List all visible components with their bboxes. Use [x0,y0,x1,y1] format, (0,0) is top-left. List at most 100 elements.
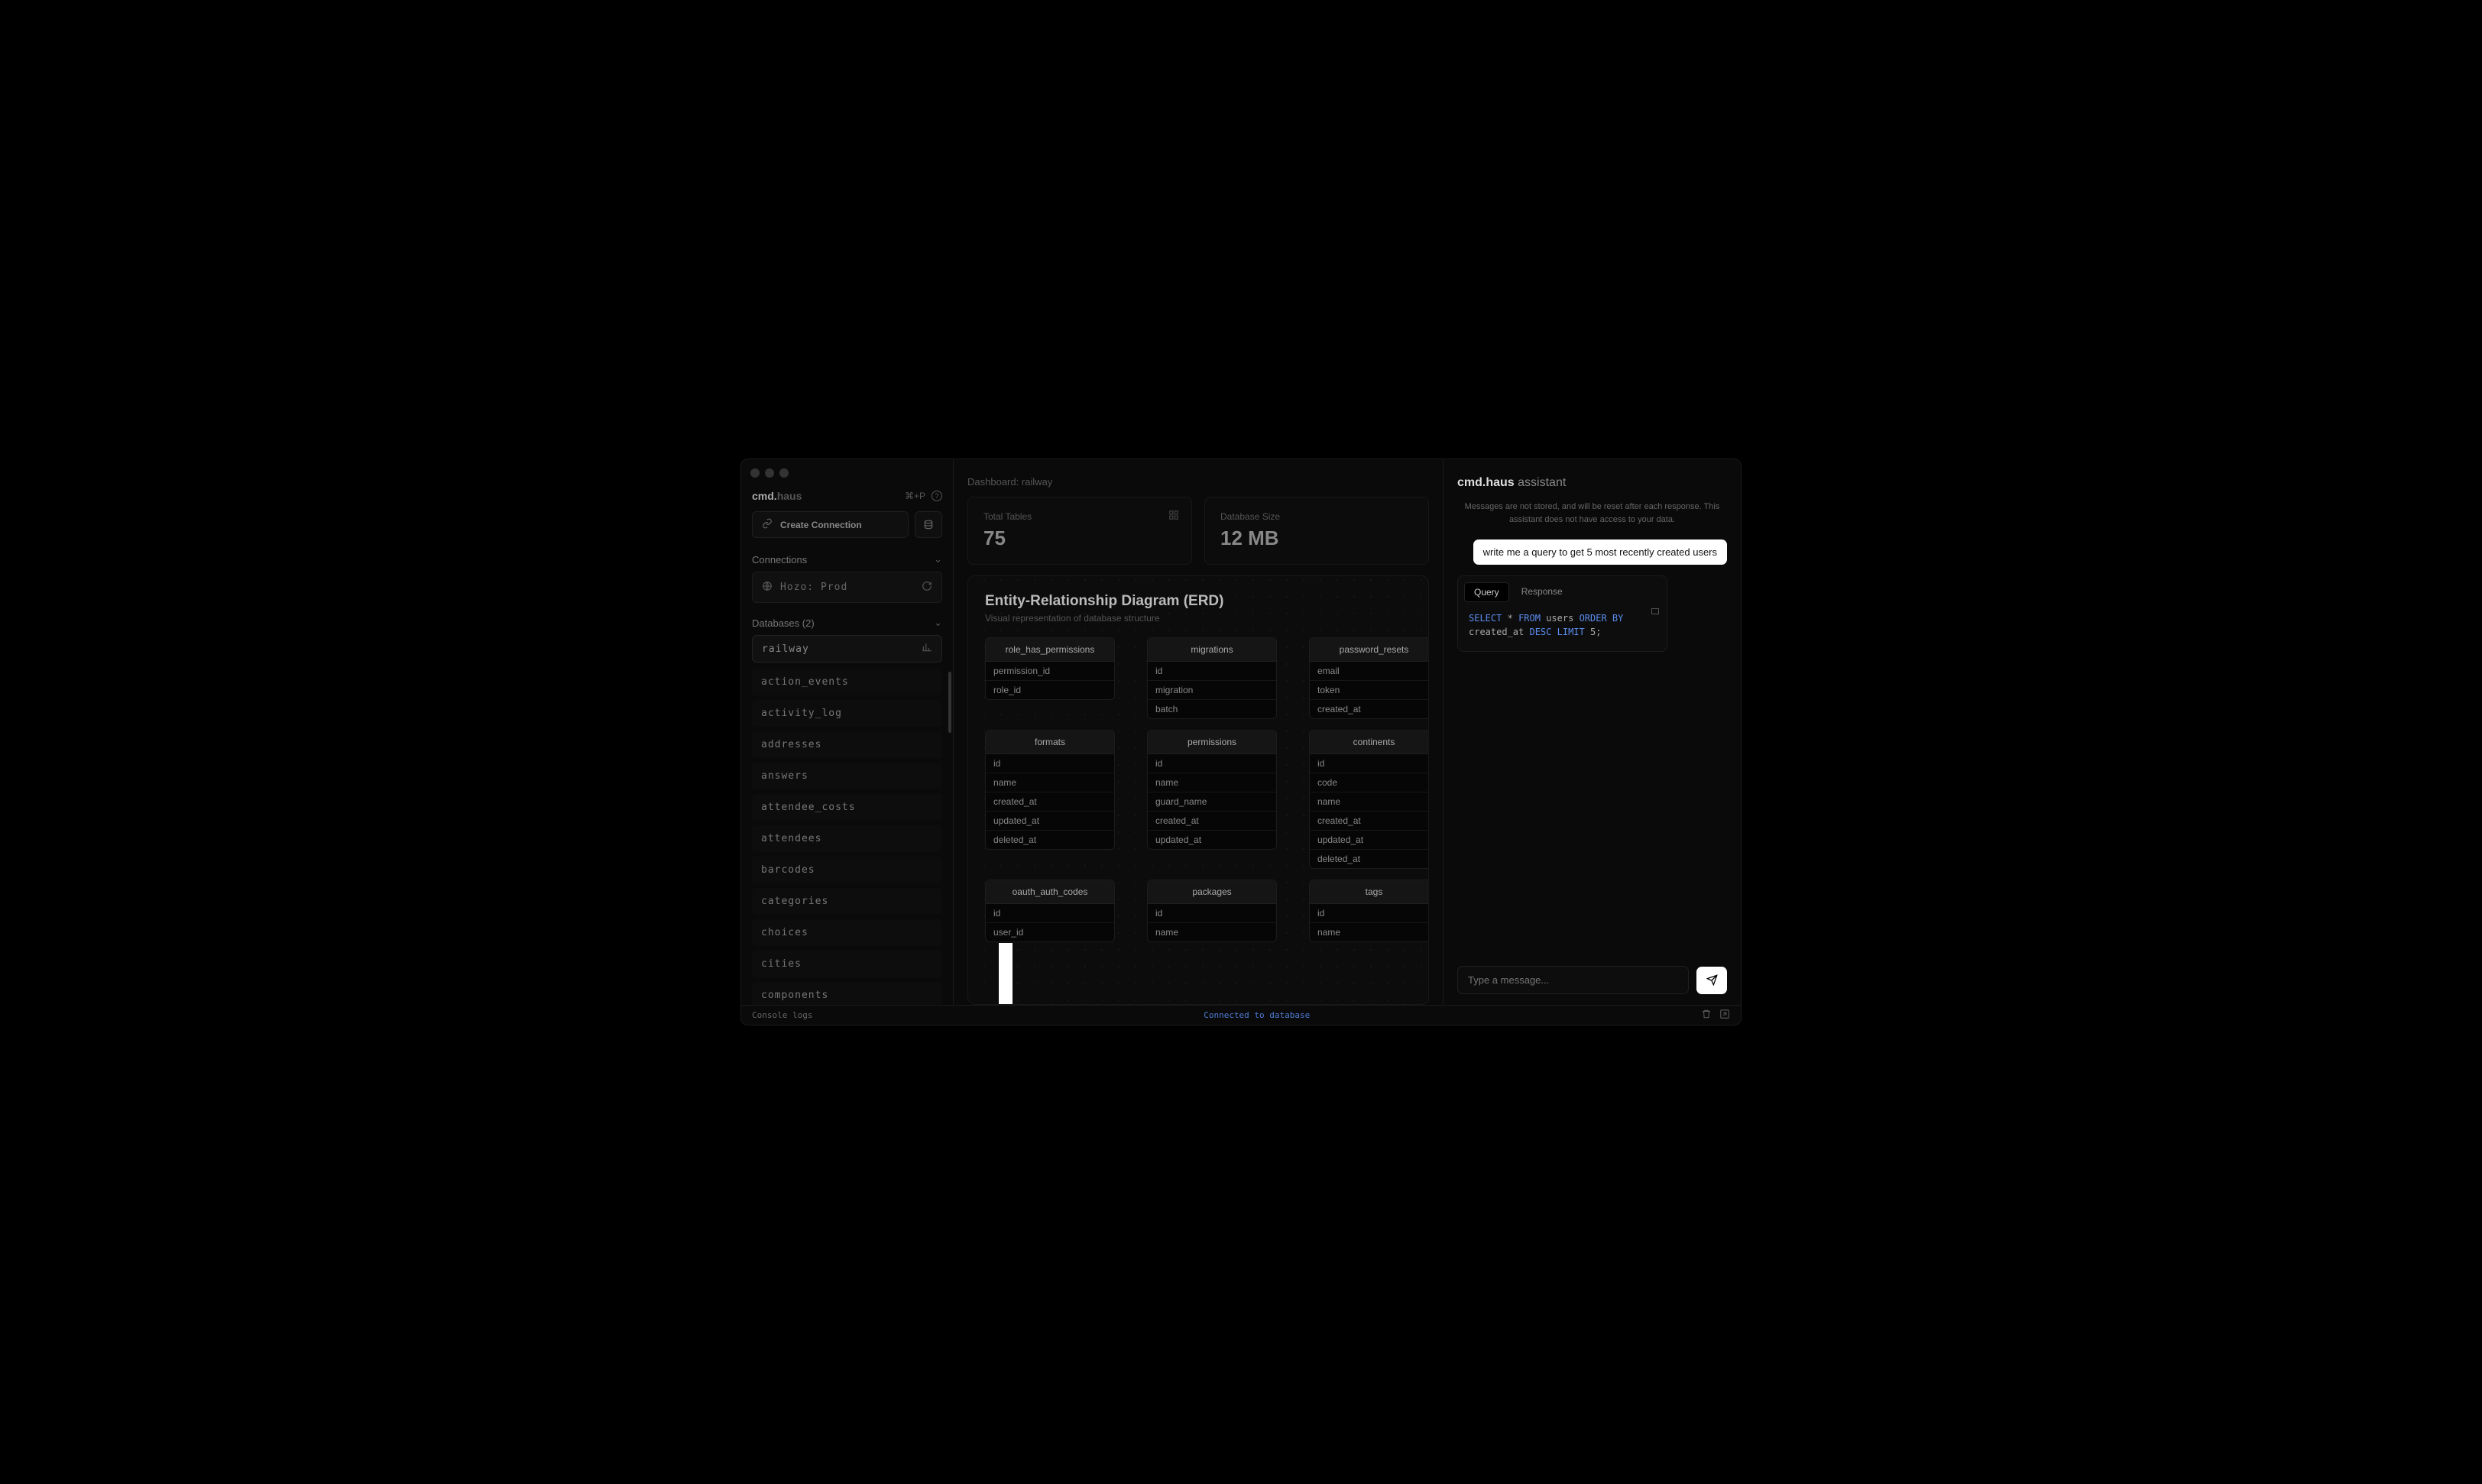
help-icon[interactable]: ? [932,491,942,501]
erd-column: updated_at [1310,831,1429,850]
brand-haus: haus [777,490,802,502]
erd-column: name [986,773,1114,792]
erd-column: deleted_at [986,831,1114,849]
table-item[interactable]: cities [752,951,942,977]
table-item[interactable]: barcodes [752,857,942,883]
code-response-block: Query Response SELECT * FROM users ORDER… [1457,575,1667,652]
erd-column: batch [1148,700,1276,718]
brand-header: cmd.haus ⌘+P ? [741,484,953,511]
database-name: railway [762,643,809,655]
databases-label: Databases (2) [752,617,815,629]
stat-value: 12 MB [1220,527,1413,550]
erd-table[interactable]: permissionsidnameguard_namecreated_atupd… [1147,730,1277,850]
sync-icon[interactable] [922,581,932,595]
assistant-notice: Messages are not stored, and will be res… [1457,501,1727,526]
message-input[interactable] [1457,966,1689,994]
copy-icon[interactable] [1651,608,1659,614]
erd-column: id [1148,662,1276,681]
erd-table[interactable]: formatsidnamecreated_atupdated_atdeleted… [985,730,1115,850]
console-logs-label[interactable]: Console logs [752,1010,812,1020]
close-window-icon[interactable] [750,468,760,478]
erd-column: guard_name [1148,792,1276,812]
table-item[interactable]: categories [752,888,942,915]
table-item[interactable]: addresses [752,731,942,758]
globe-icon [762,580,773,595]
erd-subtitle: Visual representation of database struct… [985,613,1411,624]
erd-column: id [986,754,1114,773]
erd-table-name: oauth_auth_codes [986,880,1114,904]
sidebar: cmd.haus ⌘+P ? Create Connection [741,459,954,1005]
sql-code: SELECT * FROM users ORDER BY created_at … [1458,602,1667,651]
chevron-down-icon: ⌄ [934,553,942,565]
erd-column: updated_at [1148,831,1276,849]
maximize-window-icon[interactable] [779,468,789,478]
grid-icon [1168,510,1179,523]
stat-total-tables: Total Tables 75 [967,497,1192,565]
erd-column: permission_id [986,662,1114,681]
table-item[interactable]: answers [752,763,942,789]
status-bar: Console logs Connected to database [741,1005,1741,1025]
database-icon [923,520,934,530]
table-item[interactable]: activity_log [752,700,942,727]
stat-label: Total Tables [983,511,1176,522]
erd-column: name [1148,773,1276,792]
chevron-down-icon: ⌄ [934,617,942,629]
erd-table-name: permissions [1148,731,1276,754]
scrollbar-thumb[interactable] [948,672,951,733]
erd-column: deleted_at [1310,850,1429,868]
database-item-active[interactable]: railway [752,635,942,663]
text-cursor [999,943,1013,1005]
erd-table-name: tags [1310,880,1429,904]
app-window: cmd.haus ⌘+P ? Create Connection [740,458,1742,1026]
erd-table-name: continents [1310,731,1429,754]
table-item[interactable]: choices [752,919,942,946]
erd-column: created_at [1310,700,1429,718]
databases-section-header[interactable]: Databases (2) ⌄ [741,611,953,635]
erd-table-name: password_resets [1310,638,1429,662]
erd-column: created_at [1148,812,1276,831]
erd-column: token [1310,681,1429,700]
stat-label: Database Size [1220,511,1413,522]
tab-query[interactable]: Query [1464,582,1509,602]
database-button[interactable] [915,511,942,538]
connection-status: Connected to database [812,1010,1701,1020]
erd-container[interactable]: Entity-Relationship Diagram (ERD) Visual… [967,575,1429,1005]
link-icon [762,518,773,531]
erd-column: code [1310,773,1429,792]
erd-column: user_id [986,923,1114,941]
erd-column: migration [1148,681,1276,700]
erd-table[interactable]: password_resetsemailtokencreated_at [1309,637,1429,719]
erd-table[interactable]: packagesidname [1147,880,1277,942]
command-shortcut: ⌘+P [905,491,925,501]
erd-column: name [1310,923,1429,941]
erd-table[interactable]: role_has_permissionspermission_idrole_id [985,637,1115,700]
erd-column: id [986,904,1114,923]
tables-list[interactable]: action_events activity_log addresses answer… [741,669,953,1005]
erd-table[interactable]: tagsidname [1309,880,1429,942]
erd-table[interactable]: oauth_auth_codesiduser_id [985,880,1115,942]
stat-database-size: Database Size 12 MB [1204,497,1429,565]
erd-table[interactable]: migrationsidmigrationbatch [1147,637,1277,719]
assistant-title: cmd.haus assistant [1457,476,1727,490]
erd-column: role_id [986,681,1114,699]
window-controls [741,459,798,478]
connections-section-header[interactable]: Connections ⌄ [741,547,953,572]
erd-column: name [1148,923,1276,941]
erd-table-name: migrations [1148,638,1276,662]
erd-table[interactable]: continentsidcodenamecreated_atupdated_at… [1309,730,1429,869]
minimize-window-icon[interactable] [765,468,774,478]
send-button[interactable] [1696,967,1727,994]
create-connection-button[interactable]: Create Connection [752,511,909,538]
erd-column: id [1148,754,1276,773]
erd-title: Entity-Relationship Diagram (ERD) [985,593,1411,610]
trash-icon[interactable] [1701,1009,1712,1022]
tab-response[interactable]: Response [1512,582,1572,602]
connection-item[interactable]: Hozo: Prod [752,572,942,603]
erd-table-name: packages [1148,880,1276,904]
table-item[interactable]: attendees [752,825,942,852]
table-item[interactable]: attendee_costs [752,794,942,821]
expand-icon[interactable] [1719,1009,1730,1022]
table-item[interactable]: components [752,982,942,1005]
table-item[interactable]: action_events [752,669,942,695]
user-message: write me a query to get 5 most recently … [1473,539,1727,565]
